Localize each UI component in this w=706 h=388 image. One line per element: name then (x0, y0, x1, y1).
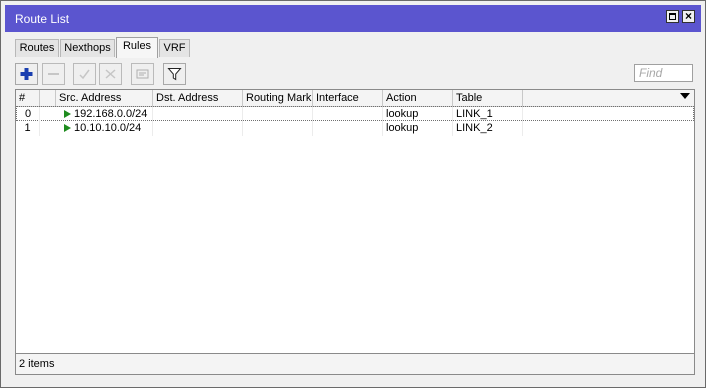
title-bar[interactable]: Route List × (5, 5, 701, 32)
action-cell: lookup (383, 107, 453, 122)
column-header-src-address[interactable]: Src. Address (56, 90, 153, 106)
src-address-value: 10.10.10.0/24 (74, 122, 142, 134)
comment-button[interactable] (131, 63, 154, 85)
rule-flag-icon (64, 124, 71, 132)
filter-icon (167, 68, 182, 81)
plus-icon (20, 68, 33, 80)
action-cell: lookup (383, 121, 453, 136)
find-input[interactable] (634, 64, 693, 82)
route-list-window: Route List × Routes Nexthops Rules VRF F… (0, 0, 706, 388)
item-count: 2 items (19, 358, 55, 370)
routing-mark-cell (243, 121, 313, 136)
column-chooser-dropdown-icon[interactable] (680, 93, 690, 99)
column-header-action[interactable]: Action (383, 90, 453, 106)
src-address-cell: 192.168.0.0/24 (56, 107, 153, 122)
filter-button[interactable] (163, 63, 186, 85)
column-header-table[interactable]: Table (453, 90, 523, 106)
tab-vrf[interactable]: VRF (159, 39, 190, 57)
enable-button[interactable] (73, 63, 96, 85)
cross-icon (105, 69, 116, 79)
status-bar: 2 items (15, 354, 695, 375)
toolbar (15, 59, 695, 89)
column-header-routing-mark[interactable]: Routing Mark (243, 90, 313, 106)
tab-rules[interactable]: Rules (116, 37, 158, 58)
check-icon (79, 69, 90, 80)
maximize-button[interactable] (666, 10, 679, 23)
rules-table: # Src. Address Dst. Address Routing Mark… (15, 89, 695, 354)
remove-button[interactable] (42, 63, 65, 85)
comment-icon (136, 69, 149, 79)
disable-button[interactable] (99, 63, 122, 85)
table-cell: LINK_2 (453, 121, 523, 136)
close-icon: × (684, 9, 692, 23)
column-header-interface[interactable]: Interface (313, 90, 383, 106)
row-number: 1 (16, 121, 40, 136)
dst-address-cell (153, 107, 243, 122)
close-button[interactable]: × (682, 9, 695, 23)
interface-cell (313, 121, 383, 136)
column-header-number[interactable]: # (16, 90, 40, 106)
table-row[interactable]: 0 192.168.0.0/24 lookup LINK_1 (16, 106, 694, 122)
rule-flag-icon (64, 110, 71, 118)
routing-mark-cell (243, 107, 313, 122)
src-address-value: 192.168.0.0/24 (74, 108, 148, 120)
add-button[interactable] (15, 63, 38, 85)
window-title: Route List (15, 12, 70, 26)
table-cell: LINK_1 (453, 107, 523, 122)
interface-cell (313, 107, 383, 122)
column-header-dst-address[interactable]: Dst. Address (153, 90, 243, 106)
row-number: 0 (17, 107, 40, 122)
table-row[interactable]: 1 10.10.10.0/24 lookup LINK_2 (16, 121, 694, 136)
tab-nexthops[interactable]: Nexthops (60, 39, 115, 57)
dst-address-cell (153, 121, 243, 136)
column-header-flags[interactable] (40, 90, 56, 106)
src-address-cell: 10.10.10.0/24 (56, 121, 153, 136)
table-header: # Src. Address Dst. Address Routing Mark… (16, 90, 694, 107)
minus-icon (48, 73, 59, 75)
tab-routes[interactable]: Routes (15, 39, 59, 57)
